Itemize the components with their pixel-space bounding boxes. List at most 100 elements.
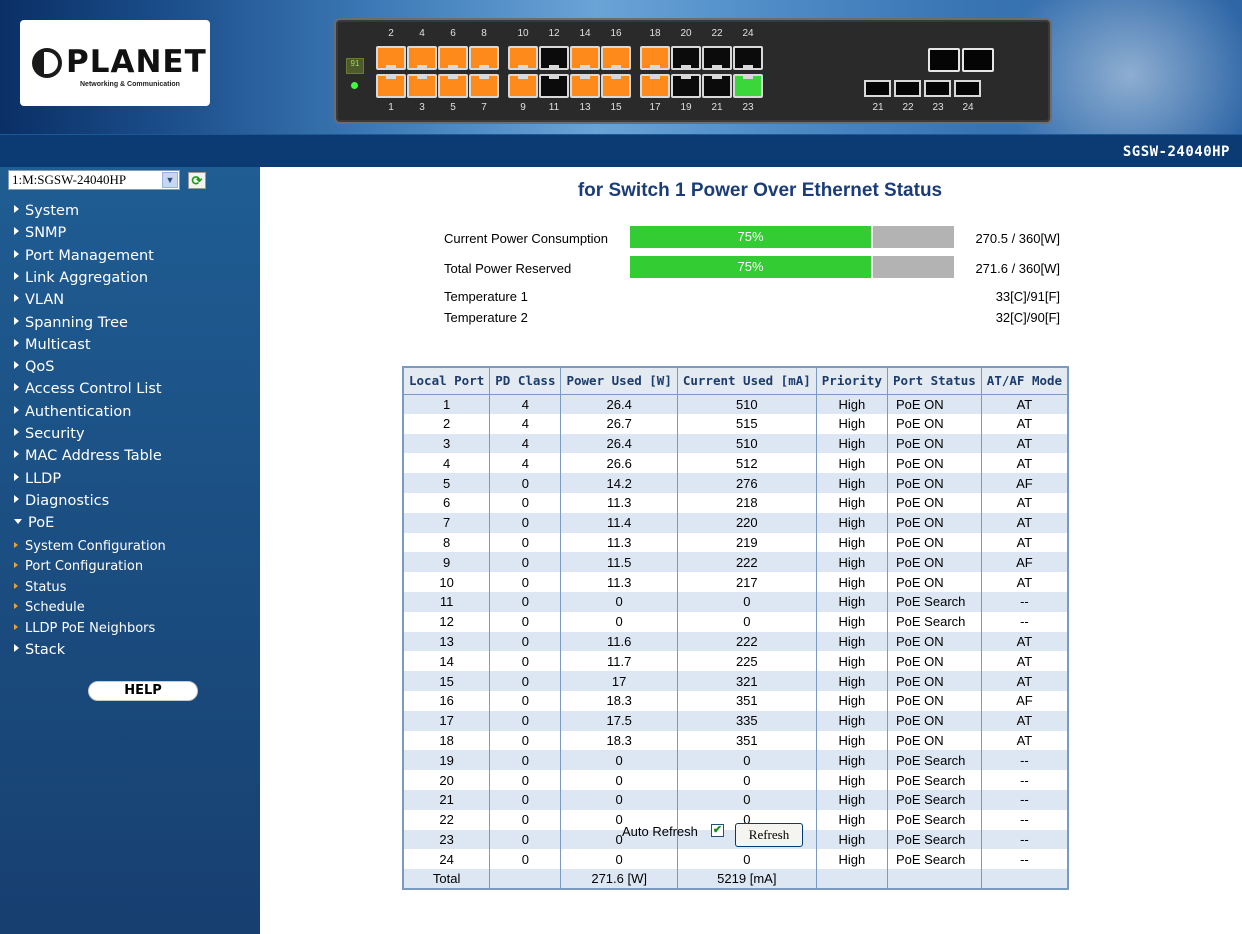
table-cell: High <box>816 552 889 573</box>
port-18-icon[interactable] <box>640 46 670 70</box>
table-cell: 0 <box>489 710 562 731</box>
table-cell: 351 <box>677 730 817 751</box>
table-row: 21 0 0 0 High PoE Search -- <box>403 789 1069 810</box>
refresh-button[interactable]: Refresh <box>735 823 803 847</box>
port-21-icon[interactable] <box>702 74 732 98</box>
port-4-icon[interactable] <box>407 46 437 70</box>
port-label-top: 10 <box>517 28 529 39</box>
table-cell: High <box>816 809 889 830</box>
table-cell: PoE Search <box>887 750 982 771</box>
sfp-port-22-icon[interactable] <box>894 80 921 97</box>
total-cell: 271.6 [W] <box>560 869 678 889</box>
table-cell: PoE Search <box>887 789 982 810</box>
table-cell: 225 <box>677 651 817 672</box>
port-20-icon[interactable] <box>671 46 701 70</box>
table-cell: High <box>816 433 889 454</box>
table-cell: 335 <box>677 710 817 731</box>
column-header: Port Status <box>887 367 982 395</box>
port-12-icon[interactable] <box>539 46 569 70</box>
port-13-icon[interactable] <box>570 74 600 98</box>
sidebar-item-security[interactable]: Security <box>14 426 85 446</box>
port-11-icon[interactable] <box>539 74 569 98</box>
port-3-icon[interactable] <box>407 74 437 98</box>
port-10-icon[interactable] <box>508 46 538 70</box>
triangle-right-icon <box>14 428 19 436</box>
column-header: PD Class <box>489 367 562 395</box>
sidebar-item-stack[interactable]: Stack <box>14 642 65 662</box>
total-cell <box>981 869 1069 889</box>
table-cell: 4 <box>489 413 562 434</box>
port-16-icon[interactable] <box>601 46 631 70</box>
sidebar-item-multicast[interactable]: Multicast <box>14 337 91 357</box>
sidebar-item-diagnostics[interactable]: Diagnostics <box>14 493 109 513</box>
sidebar-subitem-schedule[interactable]: Schedule <box>14 600 85 618</box>
reserved-bar-remaining <box>873 256 954 278</box>
port-label-bottom: 11 <box>548 102 560 113</box>
help-button[interactable]: HELP <box>88 681 198 701</box>
sidebar-item-label: Port Management <box>25 247 154 264</box>
port-24-icon[interactable] <box>733 46 763 70</box>
port-15-icon[interactable] <box>601 74 631 98</box>
combo-port-icon[interactable] <box>928 48 960 72</box>
port-2-icon[interactable] <box>376 46 406 70</box>
sidebar-item-poe[interactable]: PoE <box>14 515 54 535</box>
table-row: 6 0 11.3 218 High PoE ON AT <box>403 492 1069 513</box>
table-cell: 26.4 <box>560 433 678 454</box>
port-9-icon[interactable] <box>508 74 538 98</box>
table-cell: 19 <box>403 750 491 771</box>
port-17-icon[interactable] <box>640 74 670 98</box>
port-1-icon[interactable] <box>376 74 406 98</box>
sidebar-item-link-aggregation[interactable]: Link Aggregation <box>14 270 148 290</box>
sidebar-subitem-status[interactable]: Status <box>14 580 66 598</box>
table-cell: High <box>816 394 889 414</box>
table-cell: PoE ON <box>887 730 982 751</box>
port-6-icon[interactable] <box>438 46 468 70</box>
temp1-label: Temperature 1 <box>444 289 528 304</box>
sidebar-item-snmp[interactable]: SNMP <box>14 225 66 245</box>
table-cell: 24 <box>403 849 491 870</box>
temp2-label: Temperature 2 <box>444 310 528 325</box>
port-8-icon[interactable] <box>469 46 499 70</box>
sidebar-item-qos[interactable]: QoS <box>14 359 55 379</box>
sidebar-subitem-port-configuration[interactable]: Port Configuration <box>14 559 143 577</box>
port-7-icon[interactable] <box>469 74 499 98</box>
auto-refresh-label: Auto Refresh <box>622 824 698 839</box>
port-14-icon[interactable] <box>570 46 600 70</box>
port-22-icon[interactable] <box>702 46 732 70</box>
table-cell: 222 <box>677 552 817 573</box>
table-row: 10 0 11.3 217 High PoE ON AT <box>403 572 1069 592</box>
refresh-icon[interactable]: ⟳ <box>188 172 206 189</box>
switch-faceplate: 91 2 1 4 3 6 5 8 7 10 9 12 11 14 13 16 15 18 17 20 19 22 21 24… <box>334 18 1052 124</box>
combo-port-icon[interactable] <box>962 48 994 72</box>
port-5-icon[interactable] <box>438 74 468 98</box>
sidebar-item-port-management[interactable]: Port Management <box>14 248 154 268</box>
sidebar-subitem-lldp-poe-neighbors[interactable]: LLDP PoE Neighbors <box>14 621 155 639</box>
port-label-top: 4 <box>419 28 425 39</box>
table-cell: 0 <box>560 770 678 790</box>
table-cell: 0 <box>489 829 562 850</box>
table-cell: 321 <box>677 671 817 691</box>
sidebar-item-authentication[interactable]: Authentication <box>14 404 131 424</box>
auto-refresh-checkbox[interactable]: ✔ <box>711 824 724 837</box>
header-banner: PLANET Networking & Communication 91 214… <box>0 0 1242 134</box>
sidebar-item-spanning-tree[interactable]: Spanning Tree <box>14 315 128 335</box>
sidebar-item-label: MAC Address Table <box>25 448 162 465</box>
port-23-icon[interactable] <box>733 74 763 98</box>
table-row: 20 0 0 0 High PoE Search -- <box>403 770 1069 790</box>
sfp-port-24-icon[interactable] <box>954 80 981 97</box>
sfp-port-23-icon[interactable] <box>924 80 951 97</box>
sidebar-item-system[interactable]: System <box>14 203 79 223</box>
chevron-down-icon[interactable]: ▼ <box>162 172 178 188</box>
sidebar-item-mac-address-table[interactable]: MAC Address Table <box>14 448 162 468</box>
sidebar-subitem-system-configuration[interactable]: System Configuration <box>14 539 166 557</box>
sidebar-item-lldp[interactable]: LLDP <box>14 471 61 491</box>
switch-select[interactable]: 1:M:SGSW-24040HP ▼ <box>8 170 180 190</box>
table-cell: 0 <box>560 789 678 810</box>
table-cell: High <box>816 730 889 751</box>
sidebar-subitem-label: Port Configuration <box>25 559 144 575</box>
sfp-port-21-icon[interactable] <box>864 80 891 97</box>
port-19-icon[interactable] <box>671 74 701 98</box>
sidebar-item-access-control-list[interactable]: Access Control List <box>14 381 162 401</box>
sidebar-item-label: System <box>25 203 80 219</box>
sidebar-item-vlan[interactable]: VLAN <box>14 292 64 312</box>
